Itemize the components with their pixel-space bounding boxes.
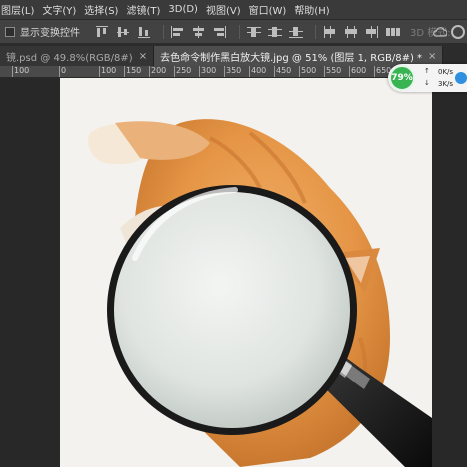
document-tab-bar: 镜.psd @ 49.8%(RGB/8#) × 去色命令制作黑白放大镜.jpg … bbox=[0, 44, 467, 66]
cat-and-magnifier-image bbox=[60, 78, 432, 467]
ruler-label: 400 bbox=[251, 66, 267, 75]
ruler-tick bbox=[124, 66, 125, 77]
ruler-tick bbox=[199, 66, 200, 77]
tab-label: 镜.psd @ 49.8%(RGB/8#) bbox=[6, 52, 133, 64]
distribute-left-edges-icon[interactable] bbox=[322, 25, 338, 39]
distribute-bottom-edges-icon[interactable] bbox=[288, 25, 304, 39]
upload-speed: 0K/s bbox=[438, 68, 454, 76]
distribute-horizontal-centers-icon[interactable] bbox=[343, 25, 359, 39]
menu-window[interactable]: 窗口(W) bbox=[249, 2, 295, 17]
gear-icon[interactable] bbox=[451, 25, 465, 39]
ruler-tick bbox=[174, 66, 175, 77]
close-icon[interactable]: × bbox=[139, 51, 147, 62]
download-arrow-icon: ↓ bbox=[424, 79, 430, 87]
show-transform-controls-label: 显示变换控件 bbox=[20, 28, 80, 39]
align-bottom-edges-icon[interactable] bbox=[136, 25, 152, 39]
ruler-label: 600 bbox=[351, 66, 367, 75]
ruler-tick bbox=[274, 66, 275, 77]
ruler-label: 0 bbox=[61, 66, 67, 75]
menu-view[interactable]: 视图(V) bbox=[206, 2, 249, 17]
tab-document-2[interactable]: 去色命令制作黑白放大镜.jpg @ 51% (图层 1, RGB/8#) * × bbox=[154, 46, 444, 66]
ruler-label: 100 bbox=[101, 66, 117, 75]
ruler-tick bbox=[299, 66, 300, 77]
ruler-tick bbox=[149, 66, 150, 77]
ruler-tick bbox=[99, 66, 100, 77]
ruler-tick bbox=[324, 66, 325, 77]
align-button-group: 3D 模式: bbox=[94, 24, 451, 39]
document-canvas[interactable] bbox=[0, 78, 467, 467]
ruler-tick bbox=[224, 66, 225, 77]
menu-select[interactable]: 选择(S) bbox=[84, 2, 126, 17]
options-bar: 显示变换控件 3D 模式: bbox=[0, 20, 467, 44]
cloud-icon[interactable] bbox=[433, 27, 447, 37]
tab-label: 去色命令制作黑白放大镜.jpg @ 51% (图层 1, RGB/8#) * bbox=[160, 52, 423, 64]
menu-help[interactable]: 帮助(H) bbox=[294, 2, 337, 17]
show-transform-controls-checkbox[interactable] bbox=[5, 26, 15, 37]
separator bbox=[239, 24, 240, 39]
menu-3d[interactable]: 3D(D) bbox=[168, 4, 206, 15]
ruler-tick bbox=[349, 66, 350, 77]
plus-icon[interactable] bbox=[455, 72, 467, 84]
cat-magnifier-photo bbox=[60, 78, 432, 467]
auto-align-layers-icon[interactable] bbox=[385, 25, 401, 39]
align-left-edges-icon[interactable] bbox=[170, 25, 186, 39]
ruler-label: 100 bbox=[14, 66, 30, 75]
memory-usage-indicator[interactable]: 79% bbox=[389, 65, 415, 91]
ruler-label: 450 bbox=[276, 66, 292, 75]
distribute-right-edges-icon[interactable] bbox=[364, 25, 380, 39]
separator bbox=[315, 24, 316, 39]
separator bbox=[163, 24, 164, 39]
ruler-tick bbox=[12, 66, 13, 77]
align-vertical-centers-icon[interactable] bbox=[115, 25, 131, 39]
ruler-label: 250 bbox=[176, 66, 192, 75]
ruler-label: 500 bbox=[301, 66, 317, 75]
download-speed: 3K/s bbox=[438, 80, 454, 88]
align-horizontal-centers-icon[interactable] bbox=[191, 25, 207, 39]
distribute-top-edges-icon[interactable] bbox=[246, 25, 262, 39]
ruler-label: 550 bbox=[326, 66, 342, 75]
network-speed-widget[interactable]: 79% ↑ 0K/s ↓ 3K/s bbox=[388, 64, 467, 92]
ruler-tick bbox=[249, 66, 250, 77]
upload-arrow-icon: ↑ bbox=[424, 67, 430, 75]
distribute-vertical-centers-icon[interactable] bbox=[267, 25, 283, 39]
align-top-edges-icon[interactable] bbox=[94, 25, 110, 39]
tab-document-1[interactable]: 镜.psd @ 49.8%(RGB/8#) × bbox=[0, 46, 155, 66]
align-right-edges-icon[interactable] bbox=[212, 25, 228, 39]
menu-layer[interactable]: 图层(L) bbox=[0, 2, 42, 17]
ruler-label: 200 bbox=[151, 66, 167, 75]
ruler-label: 150 bbox=[126, 66, 142, 75]
ruler-label: 300 bbox=[201, 66, 217, 75]
ruler-label: 350 bbox=[226, 66, 242, 75]
menu-type[interactable]: 文字(Y) bbox=[42, 2, 84, 17]
ruler-tick bbox=[59, 66, 60, 77]
menu-filter[interactable]: 滤镜(T) bbox=[126, 2, 168, 17]
ruler-tick bbox=[374, 66, 375, 77]
close-icon[interactable]: × bbox=[428, 51, 436, 62]
menu-bar: 图层(L) 文字(Y) 选择(S) 滤镜(T) 3D(D) 视图(V) 窗口(W… bbox=[0, 0, 467, 20]
